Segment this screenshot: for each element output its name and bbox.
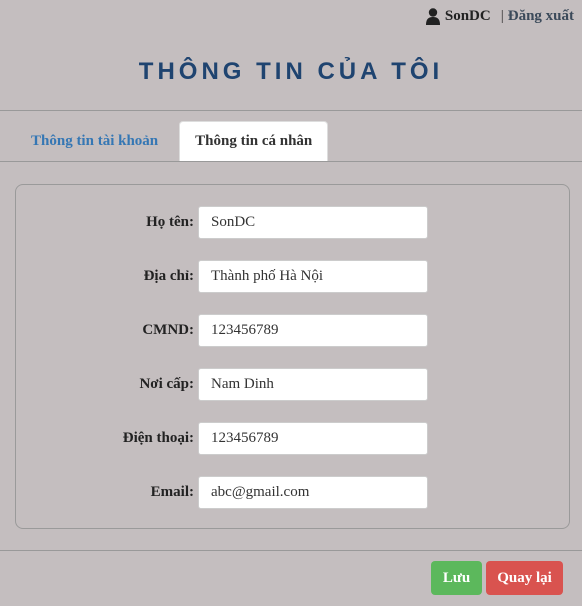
tab-personal-info[interactable]: Thông tin cá nhân xyxy=(179,121,329,161)
form-row-name: Họ tên: xyxy=(16,205,569,239)
email-label: Email: xyxy=(150,483,194,500)
tab-divider xyxy=(0,161,582,162)
id-number-label: CMND: xyxy=(142,321,194,338)
page-title: THÔNG TIN CỦA TÔI xyxy=(138,58,444,85)
issued-place-label: Nơi cấp: xyxy=(139,375,194,392)
tab-bar: Thông tin tài khoản Thông tin cá nhân xyxy=(16,121,329,161)
name-field[interactable] xyxy=(198,205,428,239)
issued-place-field[interactable] xyxy=(198,367,428,401)
separator: | xyxy=(500,8,504,24)
form-row-email: Email: xyxy=(16,475,569,509)
tab-account-info[interactable]: Thông tin tài khoản xyxy=(16,121,173,161)
form-row-address: Địa chỉ: xyxy=(16,259,569,293)
user-bar: SonDC | Đăng xuất xyxy=(425,8,574,25)
address-label: Địa chỉ: xyxy=(143,267,194,284)
phone-label: Điện thoại: xyxy=(122,429,194,446)
logout-link[interactable]: Đăng xuất xyxy=(508,8,574,25)
address-field[interactable] xyxy=(198,259,428,293)
title-divider xyxy=(0,110,582,111)
username[interactable]: SonDC xyxy=(445,8,491,25)
email-field[interactable] xyxy=(198,475,428,509)
save-button[interactable]: Lưu xyxy=(431,561,482,595)
personal-info-form: Họ tên: Địa chỉ: CMND: Nơi cấp: Điện tho… xyxy=(15,184,570,529)
form-row-phone: Điện thoại: xyxy=(16,421,569,455)
phone-field[interactable] xyxy=(198,421,428,455)
form-row-issued-place: Nơi cấp: xyxy=(16,367,569,401)
back-button[interactable]: Quay lại xyxy=(486,561,563,595)
id-number-field[interactable] xyxy=(198,313,428,347)
form-row-id-number: CMND: xyxy=(16,313,569,347)
actions-divider xyxy=(0,550,582,551)
name-label: Họ tên: xyxy=(146,213,194,230)
user-icon xyxy=(425,8,440,25)
